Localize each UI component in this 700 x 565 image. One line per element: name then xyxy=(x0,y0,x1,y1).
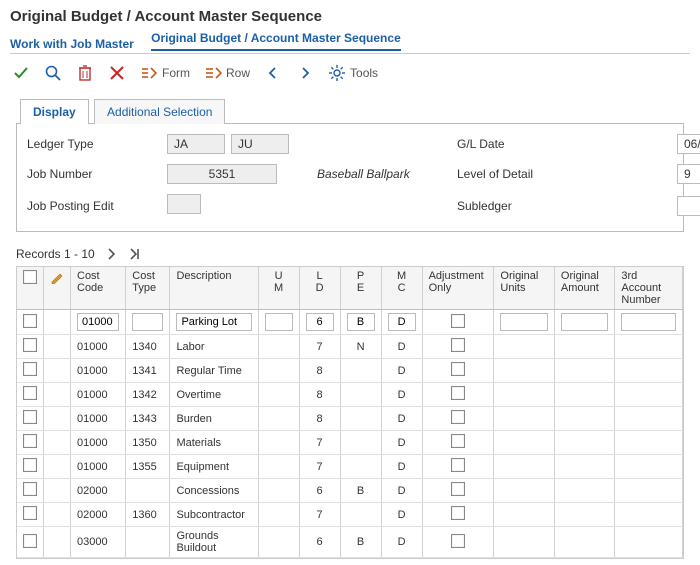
table-row[interactable]: 010001342Overtime8D xyxy=(17,383,683,407)
top-tabs: Work with Job Master Original Budget / A… xyxy=(10,31,690,51)
grid-cell-input[interactable] xyxy=(388,313,416,331)
row-select-checkbox[interactable] xyxy=(23,314,37,328)
row-icon xyxy=(204,64,222,82)
cancel-icon[interactable] xyxy=(108,64,126,82)
row-select-checkbox[interactable] xyxy=(23,410,37,424)
adjustment-only-checkbox[interactable] xyxy=(451,314,465,328)
adjustment-only-checkbox[interactable] xyxy=(451,458,465,472)
adjustment-only-checkbox[interactable] xyxy=(451,534,465,548)
table-row[interactable]: 010001350Materials7D xyxy=(17,431,683,455)
col-orig-amount[interactable]: OriginalAmount xyxy=(554,267,615,310)
page-last-icon[interactable] xyxy=(127,246,143,262)
adjustment-only-checkbox[interactable] xyxy=(451,362,465,376)
records-label: Records 1 - 10 xyxy=(16,247,95,261)
col-3rd-acct[interactable]: 3rd AccountNumber xyxy=(615,267,683,310)
adjustment-only-checkbox[interactable] xyxy=(451,338,465,352)
page-title: Original Budget / Account Master Sequenc… xyxy=(10,8,690,25)
gl-date-field[interactable]: 06/30/15 xyxy=(677,134,700,154)
row-menu-label: Row xyxy=(226,66,250,80)
top-rule xyxy=(10,53,690,54)
col-description[interactable]: Description xyxy=(170,267,258,310)
form-menu[interactable]: Form xyxy=(140,64,190,82)
grid-cell-input[interactable] xyxy=(621,313,676,331)
form-icon xyxy=(140,64,158,82)
table-row[interactable] xyxy=(17,310,683,335)
page-next-icon[interactable] xyxy=(103,246,119,262)
adjustment-only-checkbox[interactable] xyxy=(451,386,465,400)
grid-cell-input[interactable] xyxy=(347,313,375,331)
next-icon[interactable] xyxy=(296,64,314,82)
table-row[interactable]: 010001343Burden8D xyxy=(17,407,683,431)
find-icon[interactable] xyxy=(44,64,62,82)
adjustment-only-checkbox[interactable] xyxy=(451,410,465,424)
adjustment-only-checkbox[interactable] xyxy=(451,506,465,520)
job-name: Baseball Ballpark xyxy=(317,167,457,181)
tab-work-with-job-master[interactable]: Work with Job Master xyxy=(10,37,134,51)
table-row[interactable]: 010001340Labor7ND xyxy=(17,335,683,359)
row-select-checkbox[interactable] xyxy=(23,362,37,376)
lod-label: Level of Detail xyxy=(457,167,577,181)
job-posting-label: Job Posting Edit xyxy=(27,199,167,213)
delete-icon[interactable] xyxy=(76,64,94,82)
job-number-label: Job Number xyxy=(27,167,167,181)
header-row: CostCode CostType Description UM LD PE M… xyxy=(17,267,683,310)
select-all-checkbox[interactable] xyxy=(23,270,37,284)
tools-menu-label: Tools xyxy=(350,66,378,80)
subledger-field[interactable] xyxy=(677,196,700,216)
grid-cell-input[interactable] xyxy=(176,313,251,331)
col-ld[interactable]: LD xyxy=(299,267,340,310)
row-select-checkbox[interactable] xyxy=(23,482,37,496)
row-select-checkbox[interactable] xyxy=(23,534,37,548)
col-adj-only[interactable]: AdjustmentOnly xyxy=(422,267,494,310)
gl-date-label: G/L Date xyxy=(457,137,577,151)
toolbar: Form Row Tools xyxy=(10,58,690,92)
col-orig-units[interactable]: OriginalUnits xyxy=(494,267,555,310)
col-cost-type[interactable]: CostType xyxy=(126,267,170,310)
sub-tabs: Display Additional Selection xyxy=(10,98,690,123)
col-pe[interactable]: PE xyxy=(340,267,381,310)
tab-additional-selection[interactable]: Additional Selection xyxy=(94,99,225,124)
ledger-type-ju[interactable]: JU xyxy=(231,134,289,154)
table-row[interactable]: 010001341Regular Time8D xyxy=(17,359,683,383)
adjustment-only-checkbox[interactable] xyxy=(451,482,465,496)
grid-cell-input[interactable] xyxy=(132,313,163,331)
grid-cell-input[interactable] xyxy=(500,313,548,331)
ok-icon[interactable] xyxy=(12,64,30,82)
row-select-checkbox[interactable] xyxy=(23,434,37,448)
grid-cell-input[interactable] xyxy=(561,313,609,331)
job-posting-field[interactable] xyxy=(167,194,201,214)
row-menu[interactable]: Row xyxy=(204,64,250,82)
col-mc[interactable]: MC xyxy=(381,267,422,310)
table-row[interactable]: 02000Concessions6BD xyxy=(17,479,683,503)
lod-field[interactable]: 9 xyxy=(677,164,700,184)
subledger-label: Subledger xyxy=(457,199,577,213)
grid-cell-input[interactable] xyxy=(265,313,293,331)
row-select-checkbox[interactable] xyxy=(23,458,37,472)
grid-cell-input[interactable] xyxy=(77,313,119,331)
ledger-type-ja[interactable]: JA xyxy=(167,134,225,154)
prev-icon[interactable] xyxy=(264,64,282,82)
tools-menu[interactable]: Tools xyxy=(328,64,378,82)
pencil-icon[interactable] xyxy=(50,270,64,284)
gear-icon xyxy=(328,64,346,82)
job-number-field[interactable]: 5351 xyxy=(167,164,277,184)
pager: Records 1 - 10 xyxy=(16,246,684,262)
row-select-checkbox[interactable] xyxy=(23,506,37,520)
table-row[interactable]: 03000Grounds Buildout6BD xyxy=(17,527,683,558)
col-cost-code[interactable]: CostCode xyxy=(71,267,126,310)
table-row[interactable]: 020001360Subcontractor7D xyxy=(17,503,683,527)
tab-original-budget[interactable]: Original Budget / Account Master Sequenc… xyxy=(151,31,401,51)
display-panel: Ledger Type JA JU G/L Date 06/30/15 Job … xyxy=(16,123,684,232)
grid-cell-input[interactable] xyxy=(306,313,334,331)
form-menu-label: Form xyxy=(162,66,190,80)
table-row[interactable]: 010001355Equipment7D xyxy=(17,455,683,479)
row-select-checkbox[interactable] xyxy=(23,386,37,400)
col-um[interactable]: UM xyxy=(258,267,299,310)
adjustment-only-checkbox[interactable] xyxy=(451,434,465,448)
tab-display[interactable]: Display xyxy=(20,99,89,124)
row-select-checkbox[interactable] xyxy=(23,338,37,352)
ledger-type-label: Ledger Type xyxy=(27,137,167,151)
grid: CostCode CostType Description UM LD PE M… xyxy=(16,266,684,559)
